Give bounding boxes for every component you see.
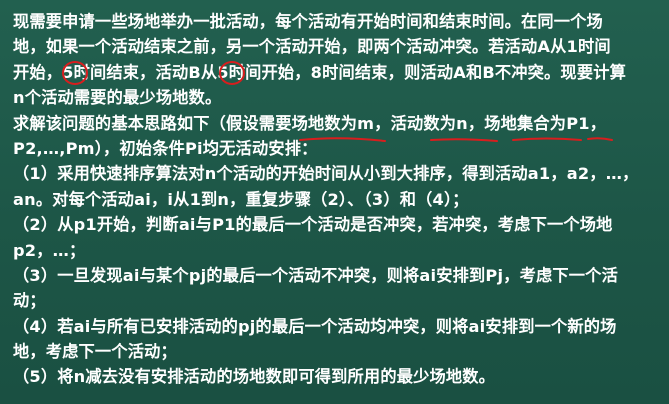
- problem-line: n个活动需要的最少场地数。: [13, 88, 222, 108]
- problem-line: 开始，5时间结束，活动B从5时间开始，8时间结束，则活动A和B不冲突。现要计算: [13, 62, 626, 82]
- solution-line: 动；: [13, 291, 46, 311]
- solution-line: P2,…,Pm），初始条件Pi均无活动安排：: [13, 138, 318, 158]
- solution-line: （5）将n减去没有安排活动的场地数即可得到所用的最少场地数。: [13, 367, 496, 387]
- solution-line: 求解该问题的基本思路如下（假设需要场地数为m，活动数为n，场地集合为P1，: [13, 113, 607, 133]
- solution-line: 地，考虑下一个活动；: [13, 342, 177, 362]
- slide: 现需要申请一些场地举办一批活动，每个活动有开始时间和结束时间。在同一个场 地，如…: [0, 0, 669, 404]
- solution-line: （3）一旦发现ai与某个pj的最后一个活动不冲突，则将ai安排到Pj，考虑下一个…: [13, 265, 618, 285]
- solution-line: （4）若ai与所有已安排活动的pj的最后一个活动均冲突，则将ai安排到一个新的场: [13, 316, 617, 336]
- problem-line: 地，如果一个活动结束之前，另一个活动开始，即两个活动冲突。若活动A从1时间: [13, 37, 611, 57]
- solution-line: an。对每个活动ai，i从1到n，重复步骤（2）、（3）和（4）；: [13, 189, 469, 209]
- slide-text: 现需要申请一些场地举办一批活动，每个活动有开始时间和结束时间。在同一个场 地，如…: [13, 9, 661, 390]
- solution-line: p2，…；: [13, 240, 86, 260]
- solution-line: （1）采用快速排序算法对n个活动的开始时间从小到大排序，得到活动a1，a2，…，: [13, 164, 639, 184]
- solution-line: （2）从p1开始，判断ai与P1的最后一个活动是否冲突，若冲突，考虑下一个场地: [13, 215, 613, 235]
- problem-line: 现需要申请一些场地举办一批活动，每个活动有开始时间和结束时间。在同一个场: [13, 12, 603, 31]
